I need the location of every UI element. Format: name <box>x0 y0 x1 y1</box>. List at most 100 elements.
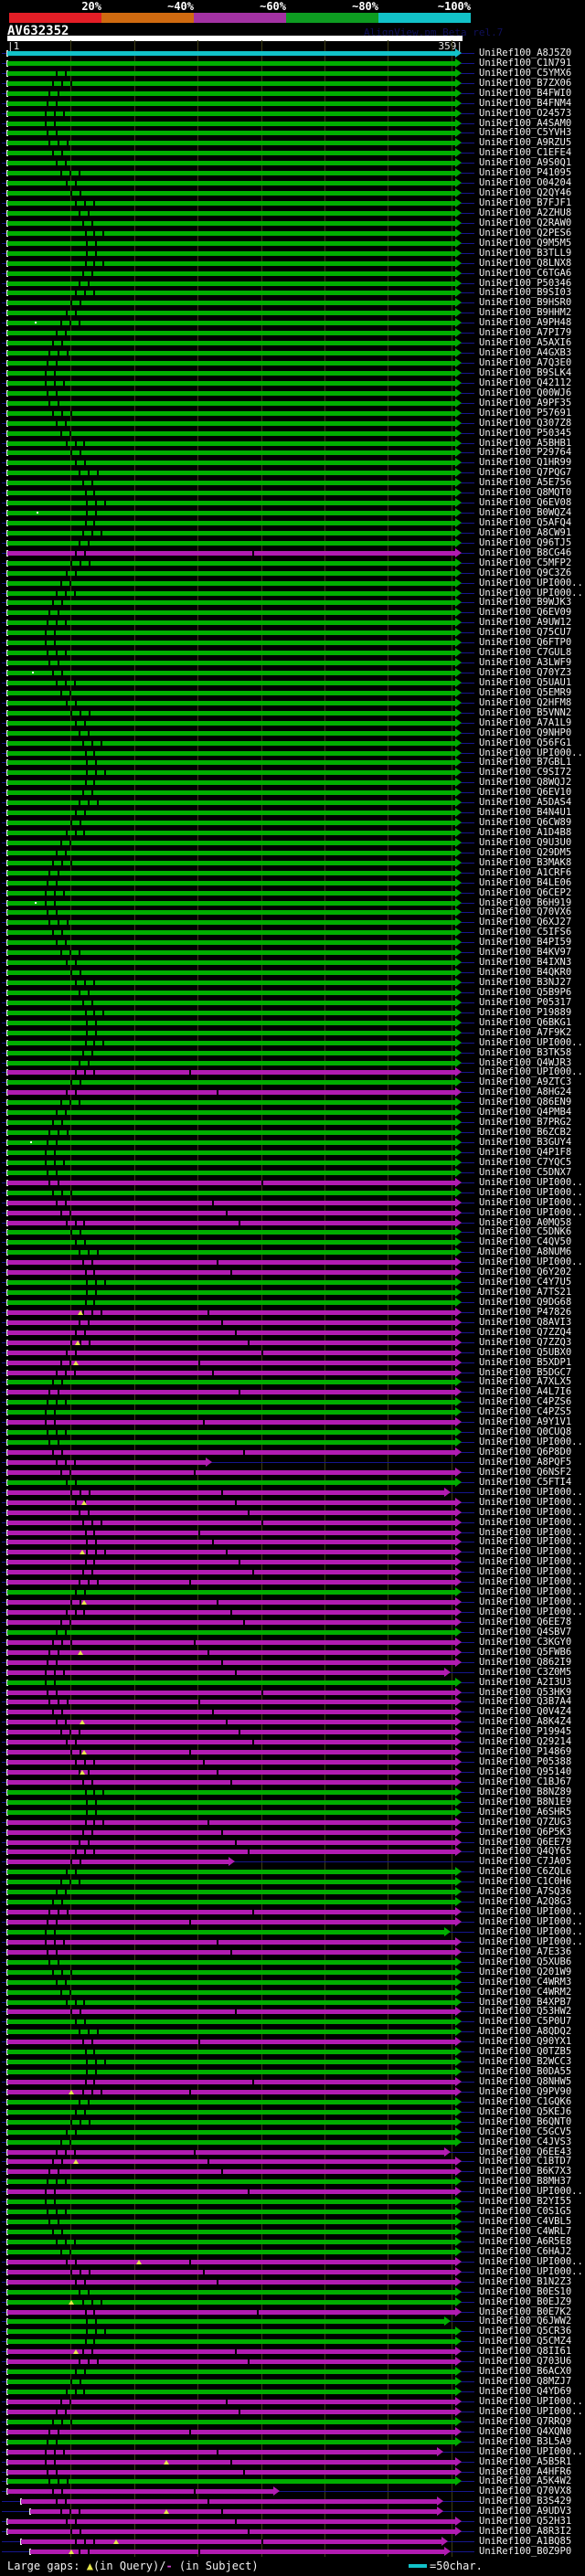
arrowhead-icon <box>455 58 462 68</box>
arrowhead-icon <box>455 737 462 747</box>
gap-tick <box>65 570 68 576</box>
arrowhead-icon <box>455 418 462 428</box>
hit-label[interactable]: UniRef100_Q56FG1 <box>479 737 571 748</box>
hit-label[interactable]: UniRef100_UPI000.. <box>479 1207 583 1218</box>
hit-label[interactable]: UniRef100_C4JVS3 <box>479 2136 571 2147</box>
alignment-row[interactable]: UniRef100_C4WRM3 <box>0 1977 585 1988</box>
bar <box>7 400 456 406</box>
alignment-row[interactable]: UniRef100_B0ES10 <box>0 2286 585 2297</box>
gap-tick <box>229 2459 232 2465</box>
query-gap-triangle-icon <box>72 2349 79 2355</box>
arrowhead-icon <box>455 1747 462 1757</box>
hit-label[interactable]: UniRef100_UPI000.. <box>479 1197 583 1208</box>
alignment-row[interactable]: UniRef100_Q8LNX8 <box>0 258 585 269</box>
hit-label[interactable]: UniRef100_UPI000.. <box>479 2446 583 2457</box>
alignment-row[interactable]: UniRef100_B3TK58 <box>0 1047 585 1058</box>
hit-label[interactable]: UniRef100_B5XDP1 <box>479 1357 571 1368</box>
alignment-row[interactable]: UniRef100_Q56FG1 <box>0 737 585 748</box>
bar <box>7 1110 456 1116</box>
hit-label[interactable]: UniRef100_C6TGA6 <box>479 268 571 279</box>
alignment-row[interactable]: UniRef100_B0Z9P0 <box>0 2547 585 2557</box>
alignment-row[interactable]: UniRef100_Q6CEP2 <box>0 887 585 898</box>
hit-label[interactable]: UniRef100_C3Z0M5 <box>479 1667 571 1678</box>
gap-tick <box>74 311 77 316</box>
hit-label[interactable]: UniRef100_A2I3U3 <box>479 1677 571 1688</box>
hit-label[interactable]: UniRef100_A5B5R1 <box>479 2456 571 2467</box>
gap-tick <box>85 1799 88 1805</box>
hit-label[interactable]: UniRef100_P50345 <box>479 428 571 439</box>
hit-label[interactable]: UniRef100_UPI000.. <box>479 1517 583 1528</box>
arrowhead-icon <box>455 1237 462 1247</box>
gap-tick <box>48 351 51 356</box>
gap-tick <box>92 981 95 986</box>
gap-tick <box>93 1010 96 1015</box>
gap-tick <box>69 430 72 436</box>
alignment-row[interactable]: UniRef100_Q6P5K3 <box>0 1827 585 1838</box>
arrowhead-icon <box>455 238 462 248</box>
alignment-row[interactable]: UniRef100_O24573 <box>0 108 585 119</box>
bar <box>7 481 456 486</box>
gap-tick <box>229 1270 232 1276</box>
alignment-row[interactable]: UniRef100_C4WRM2 <box>0 1987 585 1998</box>
alignment-row[interactable]: UniRef100_UPI000.. <box>0 2446 585 2457</box>
bar <box>7 1190 456 1195</box>
alignment-row[interactable]: UniRef100_A5B5R1 <box>0 2456 585 2467</box>
gap-tick <box>94 1809 97 1815</box>
hit-label[interactable]: UniRef100_Q307Z8 <box>479 418 571 429</box>
gap-tick <box>65 181 68 186</box>
arrowhead-icon <box>455 68 462 78</box>
alignment-row[interactable]: UniRef100_C3Z0M5 <box>0 1667 585 1678</box>
alignment-row[interactable]: UniRef100_B0EJZ9 <box>0 2296 585 2307</box>
alignment-row[interactable]: UniRef100_Q9NHP0 <box>0 727 585 738</box>
alignment-row[interactable]: UniRef100_UPI000.. <box>0 1197 585 1208</box>
alignment-row[interactable]: UniRef100_UPI000.. <box>0 1207 585 1218</box>
hit-label[interactable]: UniRef100_O24573 <box>479 108 571 119</box>
arrowhead-icon <box>455 1207 462 1217</box>
gap-tick <box>103 501 106 506</box>
hit-label[interactable]: UniRef100_C4WRM3 <box>479 1977 571 1988</box>
alignment-row[interactable]: UniRef100_C6TGA6 <box>0 268 585 279</box>
arrowhead-icon <box>455 1557 462 1567</box>
bar <box>7 1320 456 1325</box>
alignment-row[interactable]: UniRef100_UPI000.. <box>0 1507 585 1518</box>
hit-label[interactable]: UniRef100_UPI000.. <box>479 578 583 588</box>
gap-tick <box>197 1530 200 1535</box>
alignment-row[interactable]: UniRef100_UPI000.. <box>0 578 585 588</box>
alignment-row[interactable]: UniRef100_C4JVS3 <box>0 2136 585 2147</box>
hit-label[interactable]: UniRef100_Q8LNX8 <box>479 258 571 269</box>
hit-label[interactable]: UniRef100_C4WRM2 <box>479 1987 571 1998</box>
hit-label[interactable]: UniRef100_Q6CEP2 <box>479 887 571 898</box>
gap-tick <box>69 970 72 976</box>
bar <box>7 2309 456 2315</box>
gap-tick <box>56 2239 58 2244</box>
gap-tick <box>51 1190 54 1195</box>
gap-tick <box>243 1619 246 1625</box>
gap-tick <box>54 121 57 126</box>
gap-tick <box>64 2210 67 2215</box>
hit-label[interactable]: UniRef100_Q9NHP0 <box>479 727 571 738</box>
hit-label[interactable]: UniRef100_B0Z9P0 <box>479 2547 571 2557</box>
hit-label[interactable]: UniRef100_UPI000.. <box>479 1507 583 1518</box>
alignment-row[interactable]: UniRef100_UPI000.. <box>0 1037 585 1048</box>
arrowhead-icon <box>455 768 462 778</box>
hit-label[interactable]: UniRef100_Q6P5K3 <box>479 1827 571 1838</box>
hit-label[interactable]: UniRef100_B3TK58 <box>479 1047 571 1058</box>
alignment-row[interactable]: UniRef100_A2I3U3 <box>0 1677 585 1688</box>
mismatch-dot <box>29 1141 32 1144</box>
gap-tick <box>64 651 67 656</box>
hit-label[interactable]: UniRef100_B0ES10 <box>479 2286 571 2297</box>
gap-tick <box>93 780 96 786</box>
query-gap-triangle-icon: ▲ <box>86 2560 93 2572</box>
arrowhead-icon <box>455 537 462 547</box>
alignment-row[interactable]: UniRef100_B5XDP1 <box>0 1357 585 1368</box>
arrowhead-icon <box>455 178 462 188</box>
hit-label[interactable]: UniRef100_B0EJZ9 <box>479 2296 571 2307</box>
arrowhead-icon <box>455 1737 462 1747</box>
hit-label[interactable]: UniRef100_UPI000.. <box>479 1037 583 1048</box>
arrowhead-icon <box>455 48 462 58</box>
gap-tick <box>74 1090 77 1096</box>
alignment-row[interactable]: UniRef100_UPI000.. <box>0 1517 585 1528</box>
alignment-row[interactable]: UniRef100_Q307Z8 <box>0 418 585 429</box>
alignment-row[interactable]: UniRef100_P50345 <box>0 428 585 439</box>
gap-tick <box>193 1469 196 1475</box>
